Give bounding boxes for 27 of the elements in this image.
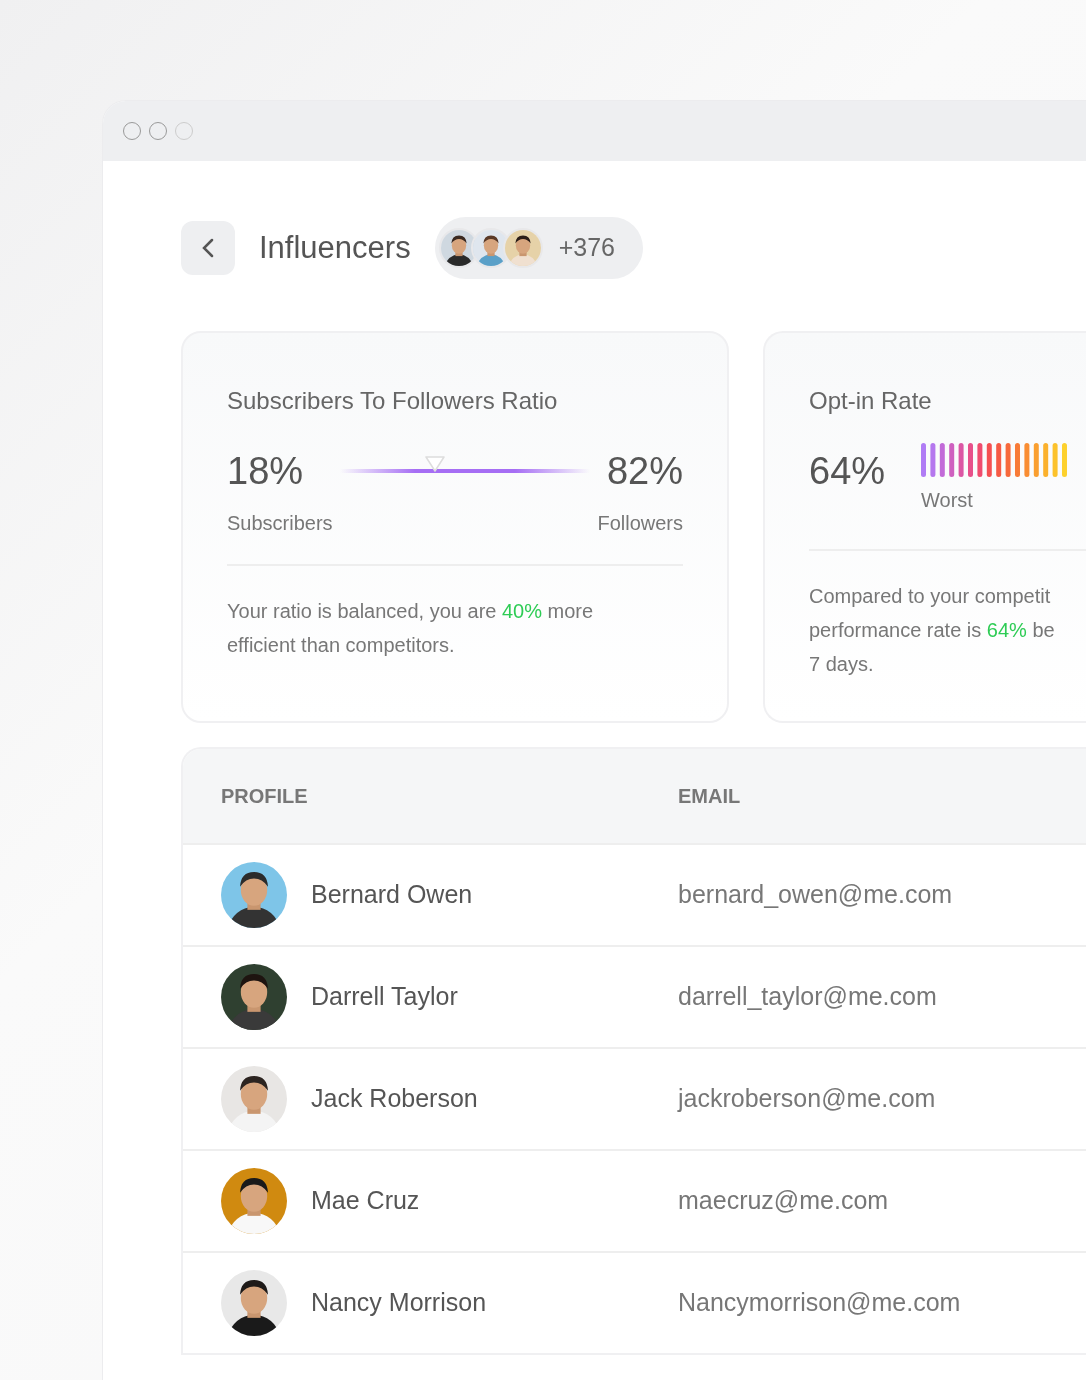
email-text: bernard_owen@me.com [678, 879, 953, 911]
percentage-value: 18% [227, 449, 305, 494]
metric-label: Subscribers [227, 511, 333, 536]
email-text: jackroberson@me.com [678, 1083, 936, 1115]
percentage-value: 64% [809, 449, 886, 494]
avatar-group[interactable]: +376 [434, 217, 643, 279]
email-text: darrell_taylor@me.com [678, 981, 937, 1013]
card-description: Your ratio is balanced, you are 40% more efficient than competitors. [227, 599, 595, 658]
card-title: Opt-in Rate [809, 386, 933, 416]
back-button[interactable] [181, 221, 235, 275]
column-header: EMAIL [678, 784, 741, 809]
metric-label: Followers [597, 511, 683, 536]
page-title: Influencers [259, 228, 411, 267]
profile-name: Nancy Morrison [311, 1287, 487, 1319]
percentage-value: 82% [605, 449, 683, 494]
meter-label: Worst [921, 488, 974, 513]
card-description: Compared to your competit performance rate is 64% be 7 days. [809, 584, 1056, 677]
email-text: Nancymorrison@me.com [678, 1287, 961, 1319]
avatar-count: +376 [558, 232, 615, 264]
column-header: PROFILE [221, 784, 309, 809]
profile-name: Mae Cruz [311, 1185, 420, 1217]
email-text: maecruz@me.com [678, 1185, 889, 1217]
card-title: Subscribers To Followers Ratio [227, 386, 559, 416]
profile-name: Darrell Taylor [311, 981, 458, 1013]
profile-name: Bernard Owen [311, 879, 473, 911]
back-icon [202, 238, 214, 258]
profile-name: Jack Roberson [311, 1083, 478, 1115]
